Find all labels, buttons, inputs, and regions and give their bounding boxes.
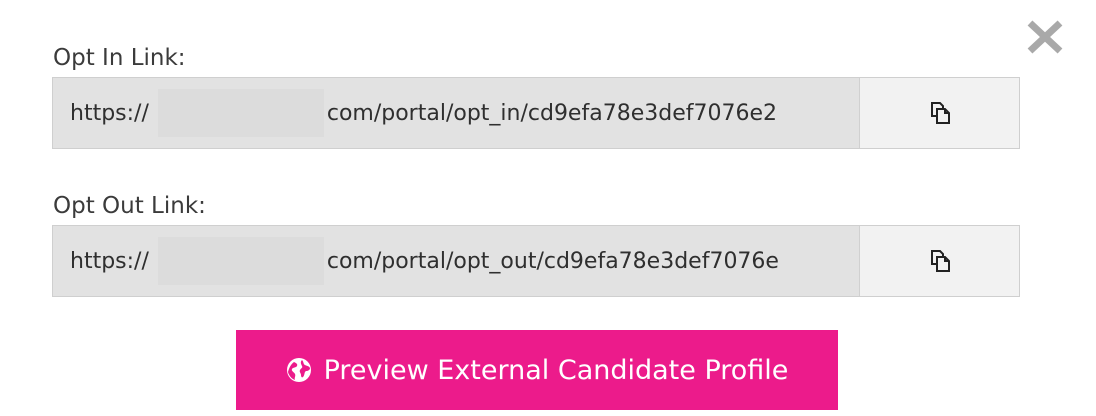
redacted-domain (157, 89, 324, 137)
opt-out-copy-button[interactable] (859, 226, 1019, 296)
opt-in-url-path: com/portal/opt_in/cd9efa78e3def7076e2 (326, 100, 777, 126)
opt-out-url-path: com/portal/opt_out/cd9efa78e3def7076e (326, 248, 779, 274)
close-button[interactable] (1026, 20, 1064, 54)
preview-button-label: Preview External Candidate Profile (323, 354, 789, 386)
opt-in-link-field[interactable]: https:// com/portal/opt_in/cd9efa78e3def… (53, 78, 859, 148)
opt-in-copy-button[interactable] (859, 78, 1019, 148)
redacted-domain (157, 237, 324, 285)
opt-in-url-prefix: https:// (70, 100, 149, 126)
opt-out-label: Opt Out Link: (53, 193, 206, 219)
opt-out-url-prefix: https:// (70, 248, 149, 274)
globe-icon (286, 357, 312, 383)
opt-out-link-field[interactable]: https:// com/portal/opt_out/cd9efa78e3de… (53, 226, 859, 296)
opt-in-link-group: https:// com/portal/opt_in/cd9efa78e3def… (52, 77, 1020, 149)
close-icon (1027, 20, 1063, 54)
opt-out-link-group: https:// com/portal/opt_out/cd9efa78e3de… (52, 225, 1020, 297)
copy-icon (930, 250, 950, 272)
copy-icon (930, 102, 950, 124)
preview-external-profile-button[interactable]: Preview External Candidate Profile (236, 330, 838, 410)
opt-in-label: Opt In Link: (53, 45, 186, 71)
